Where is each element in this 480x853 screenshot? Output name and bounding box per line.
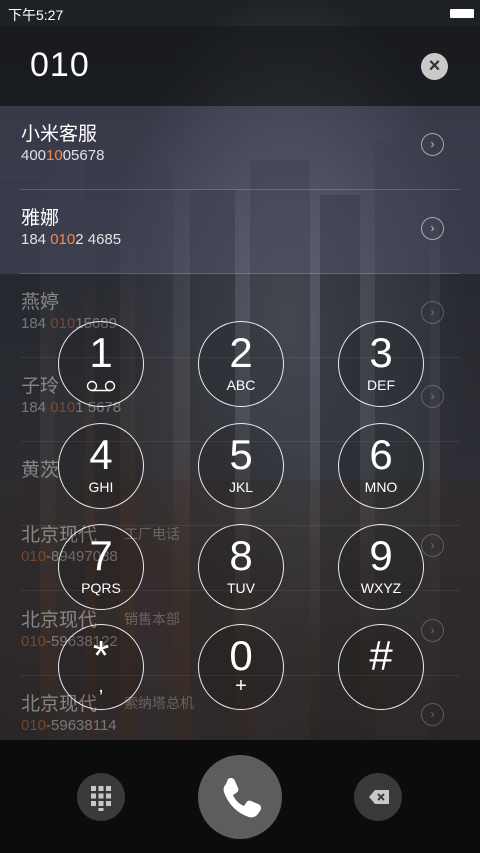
key-digit: 3 [369,329,393,376]
status-time: 下午5:27 [8,7,64,23]
call-button[interactable] [198,755,282,839]
key-digit: 8 [229,532,253,579]
key-2[interactable]: 2 ABC [198,321,284,407]
chevron-right-icon[interactable]: › [421,133,444,156]
key-letters: JKL [228,479,254,495]
contact-number: 4001005678 [21,147,104,164]
number-segment: 05678 [62,147,105,164]
key-4[interactable]: 4 GHI [58,423,144,509]
key-6[interactable]: 6 MNO [338,423,424,509]
backspace-button[interactable] [354,773,402,821]
key-digit: * [92,632,110,679]
key-letters: WXYZ [360,580,402,596]
contact-row[interactable]: 雅娜 184 0102 4685 › [0,190,480,274]
status-bar: 下午5:27 [0,0,480,26]
key-digit: 4 [89,431,113,478]
key-1[interactable]: 1 [58,321,144,407]
close-icon[interactable]: × [421,53,448,80]
key-digit: 5 [229,431,253,478]
key-7[interactable]: 7 PQRS [58,524,144,610]
contact-name: 雅娜 [21,208,60,229]
key-5[interactable]: 5 JKL [198,423,284,509]
key-digit: 1 [89,329,113,376]
key-star[interactable]: *, [58,624,144,710]
dial-keypad: 1 2 ABC 3 DEF 4 GHI 5 JKL 6 MNO 7 PQRS 8 TUV 9 WXYZ *, 0 + # [0,318,480,718]
backspace-icon [369,790,389,804]
number-segment: -59638114 [46,717,117,734]
number-segment: 400 [21,147,47,164]
key-digit: 0 [229,632,253,679]
key-letters: MNO [364,479,398,495]
key-letters: TUV [227,580,255,596]
contact-name: 燕婷 [21,292,60,313]
key-0[interactable]: 0 + [198,624,284,710]
dialed-number: 010 [30,46,90,84]
contact-name: 小米客服 [21,124,98,145]
phone-icon [223,777,262,818]
key-digit: 2 [229,329,253,376]
key-3[interactable]: 3 DEF [338,321,424,407]
voicemail-icon [86,380,116,392]
number-match-highlight: 010 [50,231,76,248]
number-segment: 184 [21,231,51,248]
key-9[interactable]: 9 WXYZ [338,524,424,610]
key-8[interactable]: 8 TUV [198,524,284,610]
key-digit: 7 [89,532,113,579]
key-letters: ABC [226,377,256,393]
key-digit: 6 [369,431,393,478]
number-match-highlight: 10 [46,147,63,164]
key-letters: GHI [88,479,114,495]
bottom-action-bar [0,740,480,853]
chevron-right-icon[interactable]: › [421,217,444,240]
contact-number: 010-59638114 [21,717,117,734]
key-hash[interactable]: # [338,624,424,710]
key-letters: PQRS [81,580,121,596]
key-digit: # [369,632,393,679]
keypad-grid-icon [91,786,111,811]
number-segment: 2 4685 [75,231,122,248]
key-letters: + [235,675,247,697]
dialed-number-bar: 010 × [0,26,480,106]
key-letters: , [98,675,104,697]
contact-number: 184 0102 4685 [21,231,121,248]
contact-row[interactable]: 小米客服 4001005678 › [0,106,480,190]
key-digit: 9 [369,532,393,579]
keypad-toggle-button[interactable] [77,773,125,821]
number-match-highlight: 010 [21,717,47,734]
battery-icon [450,9,474,18]
key-letters: DEF [367,377,395,393]
